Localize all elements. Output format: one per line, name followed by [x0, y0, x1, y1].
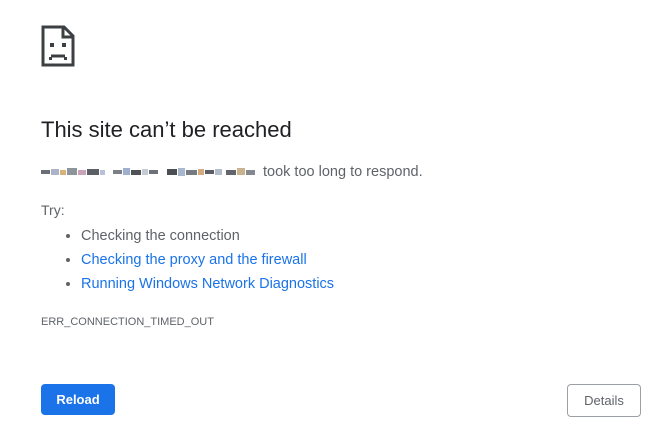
suggestions-list: Checking the connection Checking the pro… — [61, 224, 334, 296]
suggestion-check-proxy-firewall-link[interactable]: Checking the proxy and the firewall — [81, 252, 307, 268]
redacted-hostname — [41, 168, 255, 176]
suggestion-item: Checking the connection — [81, 224, 334, 248]
error-summary: took too long to respond. — [41, 162, 423, 182]
try-label: Try: — [41, 202, 65, 218]
error-summary-text: took too long to respond. — [263, 164, 423, 180]
suggestion-item: Running Windows Network Diagnostics — [81, 272, 334, 296]
error-code: ERR_CONNECTION_TIMED_OUT — [41, 316, 214, 328]
suggestion-network-diagnostics-link[interactable]: Running Windows Network Diagnostics — [81, 276, 334, 292]
reload-button[interactable]: Reload — [41, 384, 115, 415]
suggestion-check-connection: Checking the connection — [81, 228, 240, 244]
page-title: This site can’t be reached — [41, 117, 292, 142]
suggestion-item: Checking the proxy and the firewall — [81, 248, 334, 272]
sad-page-icon — [41, 25, 75, 67]
details-button[interactable]: Details — [567, 384, 641, 417]
